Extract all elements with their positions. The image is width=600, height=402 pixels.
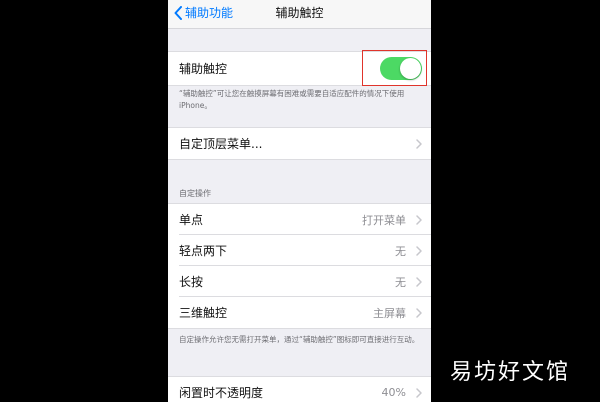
page-title: 辅助触控 [275, 6, 324, 20]
navigation-bar: 辅助功能 辅助触控 [168, 0, 431, 29]
action-value: 主屏幕 [373, 306, 406, 320]
idle-opacity-value: 40% [381, 386, 406, 399]
action-label: 轻点两下 [179, 244, 228, 258]
custom-actions-header: 自定操作 [179, 189, 211, 198]
assistive-touch-group: 辅助触控 [168, 51, 431, 86]
action-label: 单点 [179, 213, 204, 227]
chevron-right-icon [416, 277, 422, 287]
action-row-3d-touch[interactable]: 三维触控 主屏幕 [168, 297, 431, 328]
idle-opacity-group: 闲置时不透明度 40% [168, 376, 431, 402]
assistive-touch-row: 辅助触控 [168, 52, 431, 85]
chevron-right-icon [416, 139, 422, 149]
custom-actions-footnote: 自定操作允许您无需打开菜单，通过“辅助触控”图标即可直接进行互动。 [179, 335, 420, 344]
assistive-touch-label: 辅助触控 [179, 62, 228, 76]
chevron-right-icon [416, 388, 422, 398]
watermark: 易坊好文馆 [449, 360, 570, 385]
top-menu-group: 自定顶层菜单... [168, 127, 431, 160]
customize-top-menu-row[interactable]: 自定顶层菜单... [168, 128, 431, 159]
customize-top-menu-label: 自定顶层菜单... [179, 137, 263, 151]
settings-screen: 辅助功能 辅助触控 辅助触控 “辅助触控”可让您在触摸屏幕有困难或需要自适应配件… [168, 0, 431, 402]
custom-actions-group: 单点 打开菜单 轻点两下 无 长按 无 三维触控 主屏幕 [168, 203, 431, 329]
action-label: 长按 [179, 275, 204, 289]
action-value: 无 [395, 244, 406, 258]
idle-opacity-label: 闲置时不透明度 [179, 386, 264, 400]
assistive-touch-description: “辅助触控”可让您在触摸屏幕有困难或需要自适应配件的情况下使用 iPhone。 [179, 89, 405, 110]
action-label: 三维触控 [179, 306, 228, 320]
toggle-knob [400, 58, 421, 79]
action-value: 打开菜单 [362, 213, 406, 227]
chevron-right-icon [416, 246, 422, 256]
action-row-long-press[interactable]: 长按 无 [168, 266, 431, 297]
assistive-touch-toggle[interactable] [380, 57, 422, 80]
chevron-right-icon [416, 308, 422, 318]
idle-opacity-row[interactable]: 闲置时不透明度 40% [168, 377, 431, 402]
chevron-right-icon [416, 215, 422, 225]
action-row-single-tap[interactable]: 单点 打开菜单 [168, 204, 431, 235]
action-value: 无 [395, 275, 406, 289]
action-row-double-tap[interactable]: 轻点两下 无 [168, 235, 431, 266]
